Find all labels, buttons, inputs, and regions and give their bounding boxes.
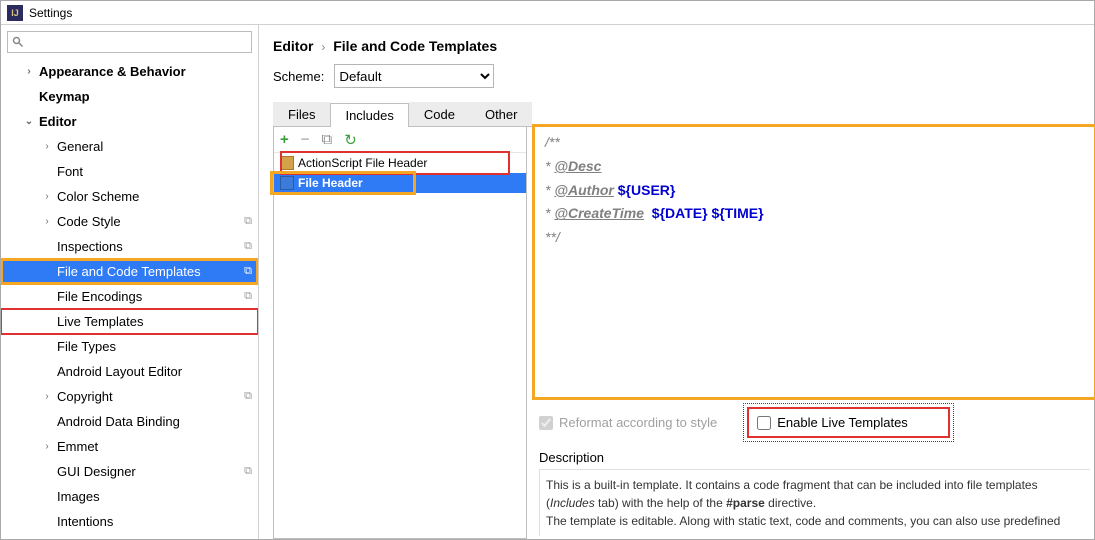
code-line: /** [545,134,560,150]
tree-item-editor[interactable]: ⌄Editor [1,109,258,134]
tabs: FilesIncludesCodeOther [273,102,1080,127]
description-text: This is a built-in template. It contains… [539,469,1090,536]
app-icon: IJ [7,5,23,21]
tree-item-live-templates[interactable]: Live Templates [1,309,258,334]
template-code-editor[interactable]: /** * @Desc * @Author ${USER} * @CreateT… [535,127,1094,397]
tree-item-code-style[interactable]: ›Code Style⧉ [1,209,258,234]
copy-icon: ⧉ [238,215,258,228]
copy-icon: ⧉ [238,240,258,253]
sidebar: ›Appearance & BehaviorKeymap⌄Editor›Gene… [1,25,259,539]
chevron-icon: › [37,141,57,152]
tree-item-android-data-binding[interactable]: Android Data Binding [1,409,258,434]
settings-window: IJ Settings ›Appearance & BehaviorKeymap… [0,0,1095,540]
chevron-icon: ⌄ [19,116,39,127]
chevron-icon: › [37,216,57,227]
template-list[interactable]: ActionScript File HeaderFile Header [274,153,526,538]
window-title: Settings [29,6,72,20]
titlebar: IJ Settings [1,1,1094,25]
tab-other[interactable]: Other [470,102,533,126]
copy-icon: ⧉ [238,465,258,478]
tree-item-file-encodings[interactable]: File Encodings⧉ [1,284,258,309]
tree-item-appearance-behavior[interactable]: ›Appearance & Behavior [1,59,258,84]
breadcrumb-separator: › [321,40,325,54]
template-editor-pane: /** * @Desc * @Author ${USER} * @CreateT… [527,127,1094,539]
tree-item-intentions[interactable]: Intentions [1,509,258,534]
tree-item-general[interactable]: ›General [1,134,258,159]
tab-files[interactable]: Files [273,102,330,126]
breadcrumb-parent: Editor [273,38,313,54]
tree-item-file-and-code-templates[interactable]: File and Code Templates⧉ [1,259,258,284]
description-label: Description [539,450,1090,465]
breadcrumb: Editor › File and Code Templates [259,25,1094,58]
main-panel: Editor › File and Code Templates Scheme:… [259,25,1094,539]
copy-icon: ⧉ [238,290,258,303]
file-icon [280,156,294,170]
settings-tree[interactable]: ›Appearance & BehaviorKeymap⌄Editor›Gene… [1,59,258,539]
copy-icon: ⧉ [238,390,258,403]
tree-item-copyright[interactable]: ›Copyright⧉ [1,384,258,409]
template-list-pane: + − ⧉ ↻ ActionScript File HeaderFile Hea… [273,127,527,539]
chevron-icon: › [37,191,57,202]
tab-includes[interactable]: Includes [330,103,408,127]
scheme-label: Scheme: [273,69,324,84]
file-icon [280,176,294,190]
template-toolbar: + − ⧉ ↻ [274,127,526,153]
chevron-icon: › [37,391,57,402]
tree-item-gui-designer[interactable]: GUI Designer⧉ [1,459,258,484]
tree-item-color-scheme[interactable]: ›Color Scheme [1,184,258,209]
tree-item-emmet[interactable]: ›Emmet [1,434,258,459]
chevron-icon: › [37,441,57,452]
template-item[interactable]: File Header [274,173,526,193]
tab-code[interactable]: Code [409,102,470,126]
remove-icon[interactable]: − [301,131,310,148]
search-icon [12,36,24,48]
tree-item-font[interactable]: Font [1,159,258,184]
search-input[interactable] [7,31,252,53]
tree-item-android-layout-editor[interactable]: Android Layout Editor [1,359,258,384]
copy-icon[interactable]: ⧉ [322,131,333,148]
reformat-checkbox: Reformat according to style [539,415,717,430]
breadcrumb-current: File and Code Templates [333,38,497,54]
tree-item-inspections[interactable]: Inspections⧉ [1,234,258,259]
tree-item-images[interactable]: Images [1,484,258,509]
copy-icon: ⧉ [238,265,258,278]
tree-item-file-types[interactable]: File Types [1,334,258,359]
refresh-icon[interactable]: ↻ [344,131,357,149]
chevron-icon: › [19,66,39,77]
add-icon[interactable]: + [280,131,289,148]
enable-live-templates-checkbox[interactable]: Enable Live Templates [747,407,950,438]
scheme-select[interactable]: Default [334,64,494,88]
template-item[interactable]: ActionScript File Header [274,153,526,173]
tree-item-keymap[interactable]: Keymap [1,84,258,109]
